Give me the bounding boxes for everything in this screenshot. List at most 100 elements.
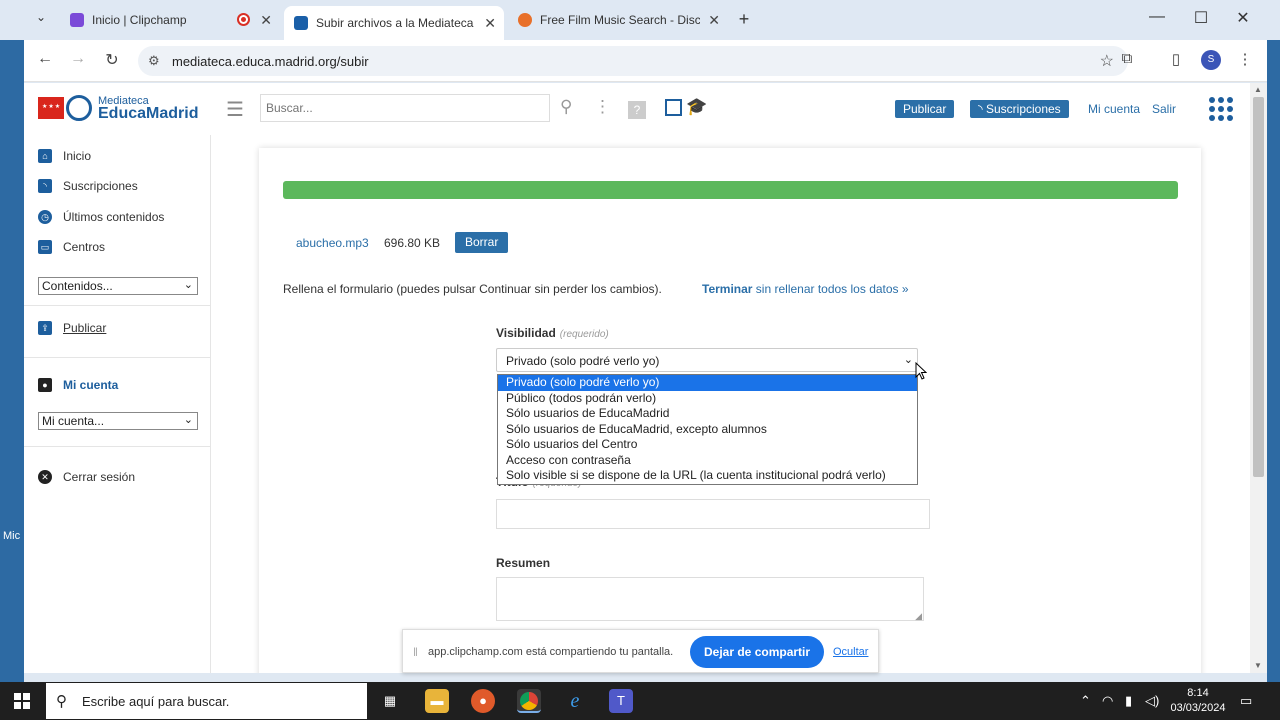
- reload-icon[interactable]: ↻: [100, 50, 124, 70]
- drag-handle-icon[interactable]: ‖: [413, 645, 418, 659]
- sidebar-item-label: Centros: [63, 240, 106, 254]
- visibilidad-select[interactable]: Privado (solo podré verlo yo) ⌄: [496, 348, 918, 372]
- help-icon[interactable]: ?: [628, 101, 646, 119]
- tab-search-icon[interactable]: ⌄: [30, 10, 52, 30]
- sidebar-item-suscripciones[interactable]: ◝ Suscripciones: [38, 179, 138, 193]
- tab-free-film-music[interactable]: Free Film Music Search - Discov ✕: [508, 6, 728, 34]
- titulo-input[interactable]: [496, 499, 930, 529]
- hide-share-bar-link[interactable]: Ocultar: [833, 646, 868, 658]
- mi-cuenta-select[interactable]: Mi cuenta... ⌄: [38, 412, 198, 430]
- chrome-logo-icon: [520, 692, 538, 710]
- terminar-link[interactable]: Terminar sin rellenar todos los datos »: [702, 282, 909, 296]
- notifications-icon[interactable]: ▭: [1240, 693, 1252, 709]
- site-header: ★★★ Mediateca EducaMadrid ☰ ⚲ ⋮ ? 🎓 Publ…: [24, 83, 1250, 135]
- scrollbar-thumb[interactable]: [1253, 97, 1264, 477]
- sidebar-item-cerrar-sesion[interactable]: ✕ Cerrar sesión: [38, 470, 135, 484]
- visibilidad-option[interactable]: Sólo usuarios del Centro: [498, 437, 917, 453]
- rss-icon: ◝: [38, 179, 52, 193]
- system-clock[interactable]: 8:14 03/03/2024: [1170, 686, 1226, 716]
- scroll-down-arrow-icon[interactable]: ▼: [1254, 661, 1262, 670]
- windows-taskbar: ⚲ Escribe aquí para buscar. ▦ ▬ ● e T ⌃ …: [0, 682, 1280, 720]
- apps-grid-icon[interactable]: [1209, 97, 1233, 121]
- graduation-cap-icon[interactable]: 🎓: [686, 97, 707, 117]
- site-info-icon[interactable]: ⚙: [148, 53, 160, 69]
- mouse-cursor-icon: [915, 362, 927, 380]
- microphone-icon[interactable]: ▮: [1125, 693, 1132, 709]
- uploaded-file-size: 696.80 KB: [384, 236, 441, 250]
- close-window-icon[interactable]: ✕: [1228, 8, 1258, 28]
- back-arrow-icon[interactable]: ←: [33, 50, 57, 68]
- sidebar-item-publicar[interactable]: ⇪ Publicar: [38, 321, 106, 335]
- windows-start-icon[interactable]: [14, 693, 30, 709]
- borrar-button[interactable]: Borrar: [455, 232, 509, 253]
- recording-icon: [237, 13, 250, 26]
- file-explorer-icon[interactable]: ▬: [425, 689, 449, 713]
- speaker-icon[interactable]: ◁): [1145, 693, 1159, 709]
- sidebar-item-ultimos-contenidos[interactable]: ◷ Últimos contenidos: [38, 210, 164, 224]
- resumen-textarea[interactable]: ◢: [496, 577, 924, 621]
- tab-mediateca[interactable]: Subir archivos a la Mediateca | E ✕: [284, 6, 504, 40]
- uploaded-file-name[interactable]: abucheo.mp3: [296, 236, 369, 250]
- more-options-icon[interactable]: ⋮: [594, 97, 611, 117]
- firefox-icon[interactable]: ●: [471, 689, 495, 713]
- profile-avatar[interactable]: S: [1201, 50, 1221, 70]
- taskbar-search-box[interactable]: ⚲ Escribe aquí para buscar.: [46, 683, 367, 719]
- visibilidad-option[interactable]: Solo visible si se dispone de la URL (la…: [498, 468, 917, 484]
- visibilidad-option[interactable]: Sólo usuarios de EducaMadrid: [498, 406, 917, 422]
- user-icon: ●: [38, 378, 52, 392]
- suscripciones-button[interactable]: ◝ Suscripciones: [970, 100, 1069, 118]
- stop-sharing-button[interactable]: Dejar de compartir: [690, 636, 825, 668]
- contenidos-select[interactable]: Contenidos... ⌄: [38, 277, 198, 295]
- address-bar[interactable]: ⚙ mediateca.educa.madrid.org/subir ☆: [138, 46, 1128, 76]
- search-input[interactable]: [260, 94, 550, 122]
- chevron-down-icon: ⌄: [183, 279, 193, 291]
- form-instructions: Rellena el formulario (puedes pulsar Con…: [283, 282, 662, 296]
- visibilidad-select-value: Privado (solo podré verlo yo): [506, 354, 660, 368]
- scroll-up-arrow-icon[interactable]: ▲: [1254, 85, 1262, 94]
- browser-menu-icon[interactable]: ⋮: [1234, 50, 1256, 68]
- maximize-icon[interactable]: ☐: [1186, 8, 1216, 28]
- visibilidad-option[interactable]: Privado (solo podré verlo yo): [498, 375, 917, 391]
- educamadrid-logo-icon[interactable]: [66, 95, 92, 121]
- mediateca-favicon-icon: [294, 16, 308, 30]
- minimize-icon[interactable]: —: [1142, 8, 1172, 26]
- teams-icon[interactable]: T: [609, 689, 633, 713]
- bookmark-star-icon[interactable]: ☆: [1100, 51, 1114, 71]
- browser-tab-bar: ⌄ Inicio | Clipchamp ✕ Subir archivos a …: [0, 0, 1280, 40]
- visibilidad-option[interactable]: Acceso con contraseña: [498, 453, 917, 469]
- salir-link[interactable]: Salir: [1152, 102, 1176, 116]
- page-scrollbar[interactable]: ▲ ▼: [1250, 83, 1267, 673]
- show-hidden-icons-icon[interactable]: ⌃: [1080, 693, 1091, 709]
- new-tab-button[interactable]: +: [734, 9, 754, 30]
- task-view-icon[interactable]: ▦: [378, 689, 402, 713]
- visibilidad-option[interactable]: Público (todos podrán verlo): [498, 391, 917, 407]
- close-tab-icon[interactable]: ✕: [484, 15, 496, 32]
- wifi-icon[interactable]: ◠: [1102, 693, 1113, 709]
- chrome-icon[interactable]: [517, 689, 541, 713]
- close-tab-icon[interactable]: ✕: [708, 12, 720, 29]
- clock-icon: ◷: [38, 210, 52, 224]
- url-text[interactable]: mediateca.educa.madrid.org/subir: [172, 54, 369, 69]
- internet-explorer-icon[interactable]: e: [563, 689, 587, 713]
- hamburger-menu-icon[interactable]: ☰: [226, 97, 244, 122]
- search-icon: ⚲: [56, 693, 67, 710]
- logo-title[interactable]: EducaMadrid: [98, 105, 198, 123]
- forward-arrow-icon[interactable]: →: [66, 50, 90, 68]
- desktop-icon-label: Mic: [3, 530, 21, 542]
- side-panel-icon[interactable]: ▯: [1165, 50, 1187, 68]
- sidebar-item-inicio[interactable]: ⌂ Inicio: [38, 149, 91, 163]
- visibilidad-option[interactable]: Sólo usuarios de EducaMadrid, excepto al…: [498, 422, 917, 438]
- browser-toolbar: ← → ↻ ⚙ mediateca.educa.madrid.org/subir…: [24, 40, 1267, 82]
- sidebar-item-label: Mi cuenta: [63, 378, 119, 392]
- sidebar-item-centros[interactable]: ▭ Centros: [38, 240, 105, 254]
- extensions-icon[interactable]: ⧉: [1116, 50, 1138, 67]
- sidebar-item-label: Cerrar sesión: [63, 470, 136, 484]
- close-tab-icon[interactable]: ✕: [260, 12, 272, 29]
- search-icon[interactable]: ⚲: [560, 97, 572, 117]
- visibilidad-dropdown-list[interactable]: Privado (solo podré verlo yo) Público (t…: [497, 374, 918, 485]
- publicar-button[interactable]: Publicar: [895, 100, 955, 118]
- tab-clipchamp[interactable]: Inicio | Clipchamp ✕: [60, 6, 280, 34]
- checkbox-icon[interactable]: [665, 99, 682, 116]
- mi-cuenta-link[interactable]: Mi cuenta: [1088, 102, 1140, 116]
- resize-handle-icon[interactable]: ◢: [915, 611, 922, 622]
